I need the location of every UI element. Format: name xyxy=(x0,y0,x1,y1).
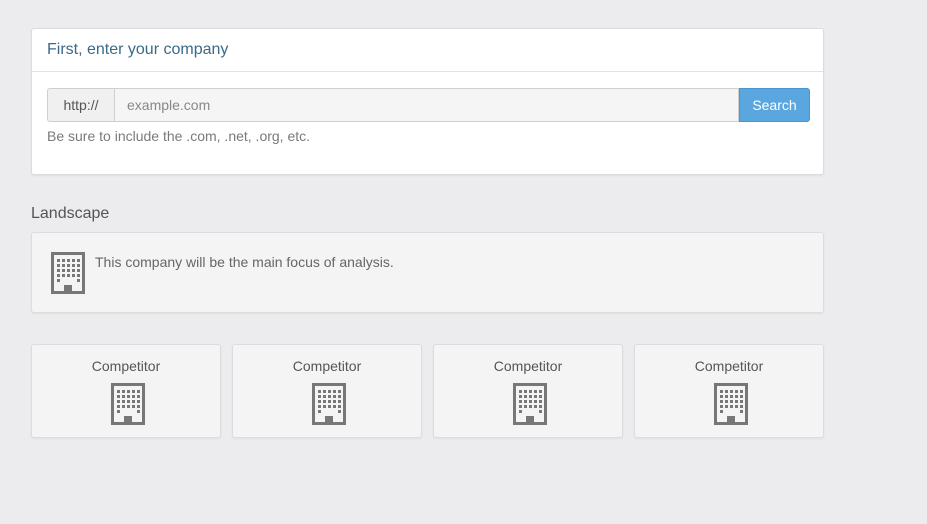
landscape-title: Landscape xyxy=(31,205,110,222)
competitor-card-3[interactable]: Competitor xyxy=(433,344,623,438)
company-search-panel: First, enter your company http:// Search… xyxy=(31,28,824,175)
competitor-label: Competitor xyxy=(292,358,362,374)
company-url-input[interactable] xyxy=(114,88,739,122)
building-icon xyxy=(312,383,346,430)
main-card-text: This company will be the main focus of a… xyxy=(95,254,394,270)
building-icon xyxy=(513,383,547,430)
competitor-card-2[interactable]: Competitor xyxy=(232,344,422,438)
main-company-card: This company will be the main focus of a… xyxy=(31,232,824,313)
help-text: Be sure to include the .com, .net, .org,… xyxy=(47,128,311,144)
competitor-label: Competitor xyxy=(493,358,563,374)
competitor-label: Competitor xyxy=(91,358,161,374)
building-icon xyxy=(51,252,85,299)
building-icon xyxy=(714,383,748,430)
competitor-label: Competitor xyxy=(694,358,764,374)
panel-heading: First, enter your company xyxy=(32,29,823,72)
url-prefix-addon: http:// xyxy=(47,88,114,122)
url-input-group: http:// Search xyxy=(47,88,810,122)
competitor-card-4[interactable]: Competitor xyxy=(634,344,824,438)
competitor-card-1[interactable]: Competitor xyxy=(31,344,221,438)
search-button[interactable]: Search xyxy=(739,88,810,122)
building-icon xyxy=(111,383,145,430)
